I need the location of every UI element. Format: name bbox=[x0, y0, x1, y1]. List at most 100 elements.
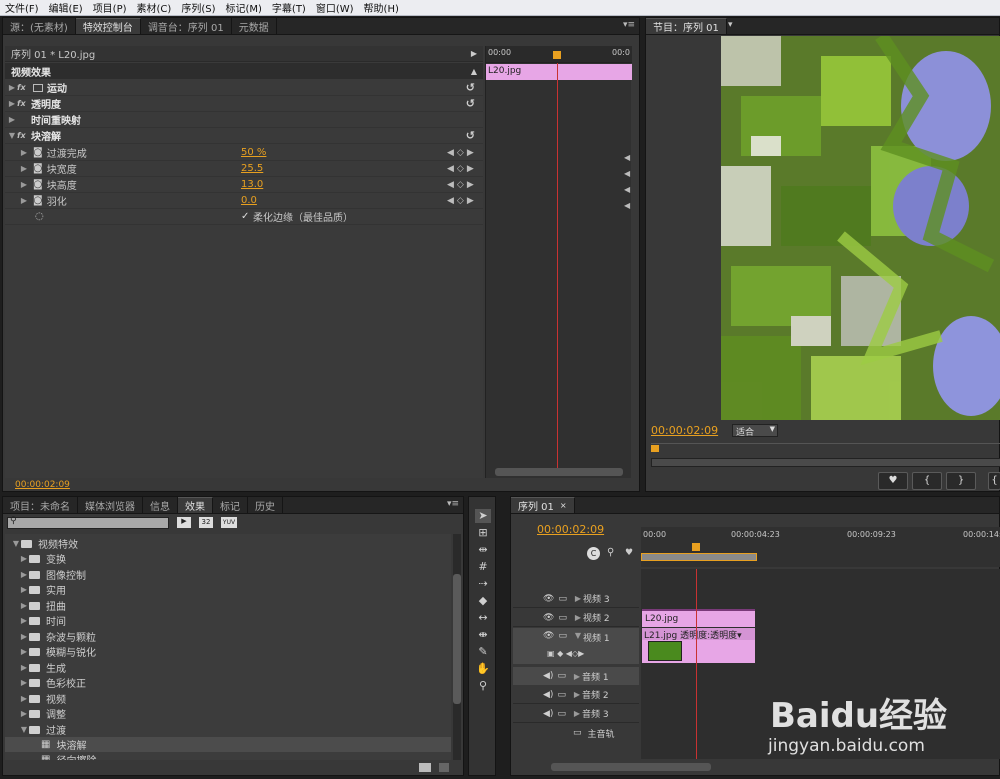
tab-media-browser[interactable]: 媒体浏览器 bbox=[78, 497, 143, 513]
effect-row-block-dissolve[interactable]: ▼ fx 块溶解 ↺ bbox=[5, 128, 483, 144]
stopwatch-icon[interactable]: ◙ bbox=[33, 147, 43, 158]
tab-metadata[interactable]: 元数据 bbox=[232, 18, 277, 34]
accelerated-filter-icon[interactable]: ▶ bbox=[177, 517, 191, 528]
track-master[interactable]: ▭ 主音轨 bbox=[513, 724, 639, 742]
tree-root[interactable]: ▼ 视频特效 bbox=[11, 536, 78, 551]
ec-timecode[interactable]: 00:00:02:09 bbox=[15, 480, 70, 490]
param-value[interactable]: 13.0 bbox=[241, 179, 263, 190]
mark-out-button[interactable]: } bbox=[946, 472, 976, 490]
tab-project[interactable]: 项目：未命名 bbox=[3, 497, 78, 513]
menu-sequence[interactable]: 序列(S) bbox=[176, 0, 220, 15]
speaker-icon[interactable]: ◀) bbox=[543, 671, 553, 681]
expand-icon[interactable]: ▶ bbox=[572, 672, 582, 681]
playhead-icon[interactable] bbox=[651, 445, 659, 452]
expand-icon[interactable]: ▶ bbox=[573, 613, 583, 622]
keyframe-nav-icon[interactable]: ◀◇▶ bbox=[447, 180, 477, 190]
tree-folder[interactable]: ▶ 调整 bbox=[19, 706, 66, 721]
stopwatch-icon[interactable]: ◙ bbox=[33, 195, 43, 206]
close-icon[interactable]: × bbox=[560, 501, 567, 510]
snap-icon[interactable]: C bbox=[587, 547, 600, 560]
tree-item-selected[interactable]: ▦ 块溶解 bbox=[5, 737, 451, 752]
speaker-icon[interactable]: ◀) bbox=[543, 709, 553, 719]
panel-menu-icon[interactable]: ▾≡ bbox=[623, 20, 635, 30]
expand-icon[interactable]: ▶ bbox=[19, 164, 29, 173]
menu-marker[interactable]: 标记(M) bbox=[220, 0, 266, 15]
expand-icon[interactable]: ▶ bbox=[7, 83, 17, 92]
work-area-bar[interactable] bbox=[641, 553, 757, 561]
lock-icon[interactable]: ▭ bbox=[557, 709, 566, 719]
effect-row-motion[interactable]: ▶ fx 运动 ↺ bbox=[5, 80, 483, 96]
panel-menu-icon[interactable]: ▾≡ bbox=[447, 499, 459, 509]
track-select-tool-icon[interactable]: ⊞ bbox=[475, 526, 491, 540]
tree-item[interactable]: ▦ 径向擦除 bbox=[41, 752, 96, 760]
tree-folder[interactable]: ▼ 过渡 bbox=[19, 722, 66, 737]
add-marker-button[interactable]: ♥ bbox=[878, 472, 908, 490]
fx-icon[interactable]: fx bbox=[17, 83, 31, 92]
ec-ruler[interactable]: 00:00 00:0 bbox=[486, 46, 632, 63]
keyframe-nav-icon[interactable]: ◀◇▶ bbox=[447, 148, 477, 158]
mark-in-button[interactable]: { bbox=[912, 472, 942, 490]
tree-scrollbar[interactable] bbox=[453, 534, 461, 760]
pen-tool-icon[interactable]: ✎ bbox=[475, 645, 491, 659]
selection-tool-icon[interactable]: ➤ bbox=[475, 509, 491, 523]
expand-icon[interactable]: ▶ bbox=[572, 690, 582, 699]
reset-icon[interactable]: ↺ bbox=[466, 81, 475, 94]
fx-icon[interactable]: fx bbox=[17, 99, 31, 108]
slip-tool-icon[interactable]: ↔ bbox=[475, 611, 491, 625]
ec-scrollbar[interactable] bbox=[495, 468, 623, 476]
expand-icon[interactable]: ▶ bbox=[7, 99, 17, 108]
expand-icon[interactable]: ▶ bbox=[19, 180, 29, 189]
filter-yuv-button[interactable]: YUV bbox=[221, 517, 237, 528]
tab-info[interactable]: 信息 bbox=[143, 497, 178, 513]
tab-effect-controls[interactable]: 特效控制台 bbox=[75, 18, 141, 34]
soft-edge-checkbox[interactable]: ✓ bbox=[241, 211, 249, 222]
tab-audio-mixer[interactable]: 调音台：序列 01 bbox=[141, 18, 232, 34]
param-value[interactable]: 0.0 bbox=[241, 195, 257, 206]
tab-sequence[interactable]: 序列 01 × bbox=[511, 497, 575, 513]
tab-effects[interactable]: 效果 bbox=[178, 497, 213, 513]
expand-icon[interactable]: ▶ bbox=[19, 196, 29, 205]
hand-tool-icon[interactable]: ✋ bbox=[475, 662, 491, 676]
play-arrow-icon[interactable]: ▶ bbox=[471, 49, 477, 58]
track-video-3[interactable]: 👁 ▭ ▶ 视频 3 bbox=[513, 590, 639, 608]
reset-icon[interactable]: ↺ bbox=[466, 97, 475, 110]
menu-clip[interactable]: 素材(C) bbox=[132, 0, 177, 15]
tree-folder[interactable]: ▶ 杂波与颗粒 bbox=[19, 629, 96, 644]
timeline-ruler[interactable]: 00:00 00:00:04:23 00:00:09:23 00:00:14: bbox=[641, 527, 1000, 567]
eye-icon[interactable]: 👁 bbox=[543, 594, 554, 604]
lock-icon[interactable]: ▭ bbox=[558, 594, 567, 604]
slide-tool-icon[interactable]: ⇼ bbox=[475, 628, 491, 642]
eye-icon[interactable]: 👁 bbox=[543, 631, 554, 641]
effect-row-time-remap[interactable]: ▶ 时间重映射 bbox=[5, 112, 483, 128]
expand-icon[interactable]: ▶ bbox=[573, 594, 583, 603]
tree-folder[interactable]: ▶ 模糊与锐化 bbox=[19, 644, 96, 659]
track-audio-3[interactable]: ◀) ▭ ▶ 音频 3 bbox=[513, 705, 639, 723]
set-marker-icon[interactable]: ♥ bbox=[625, 548, 633, 558]
keyframe-nav-icon[interactable]: ◀◇▶ bbox=[447, 164, 477, 174]
timeline-timecode[interactable]: 00:00:02:09 bbox=[537, 523, 604, 536]
timeline-scrollbar[interactable] bbox=[551, 763, 711, 771]
menu-project[interactable]: 项目(P) bbox=[88, 0, 132, 15]
stopwatch-icon[interactable]: ◙ bbox=[33, 179, 43, 190]
playhead-icon[interactable] bbox=[692, 543, 700, 551]
scroll-thumb[interactable] bbox=[453, 574, 461, 704]
menu-file[interactable]: 文件(F) bbox=[0, 0, 44, 15]
tree-folder[interactable]: ▶ 变换 bbox=[19, 551, 66, 566]
menu-window[interactable]: 窗口(W) bbox=[311, 0, 359, 15]
menu-help[interactable]: 帮助(H) bbox=[359, 0, 404, 15]
lock-icon[interactable]: ▭ bbox=[558, 631, 567, 641]
collapse-icon[interactable]: ▼ bbox=[573, 631, 583, 640]
effect-row-opacity[interactable]: ▶ fx 透明度 ↺ bbox=[5, 96, 483, 112]
program-dropdown-icon[interactable]: ▾ bbox=[728, 20, 733, 30]
search-input[interactable]: ⚲ bbox=[7, 516, 169, 529]
track-video-1[interactable]: 👁 ▭ ▼ 视频 1 ▣ ◆ ◀◇▶ bbox=[513, 628, 639, 664]
program-timecode[interactable]: 00:00:02:09 bbox=[651, 424, 718, 437]
tree-folder[interactable]: ▶ 图像控制 bbox=[19, 567, 86, 582]
param-value[interactable]: 25.5 bbox=[241, 163, 263, 174]
clip-v1[interactable]: L21.jpg 透明度:透明度▾ bbox=[642, 628, 755, 663]
reset-icon[interactable]: ↺ bbox=[466, 129, 475, 142]
lock-icon[interactable]: ▭ bbox=[557, 690, 566, 700]
track-audio-2[interactable]: ◀) ▭ ▶ 音频 2 bbox=[513, 686, 639, 704]
collapse-icon[interactable]: ▼ bbox=[7, 131, 17, 140]
track-video-2[interactable]: 👁 ▭ ▶ 视频 2 bbox=[513, 609, 639, 627]
